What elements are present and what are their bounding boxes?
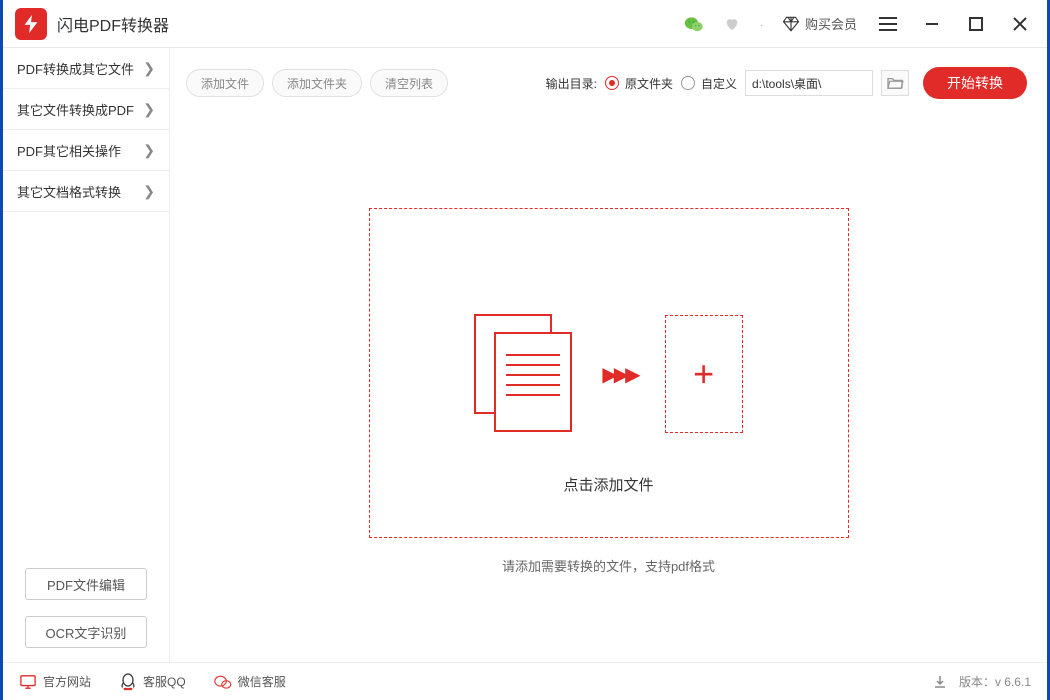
radio-label: 原文件夹 (625, 75, 673, 92)
sidebar-item-other-format[interactable]: 其它文档格式转换 ❯ (3, 171, 169, 212)
dropzone-text: 点击添加文件 (563, 474, 653, 495)
pdf-edit-button[interactable]: PDF文件编辑 (25, 568, 147, 600)
sidebar-item-pdf-to-other[interactable]: PDF转换成其它文件 ❯ (3, 48, 169, 89)
minimize-button[interactable] (919, 11, 945, 37)
dropzone[interactable]: ▶▶▶ + 点击添加文件 (369, 208, 849, 538)
footer-link-label: 客服QQ (143, 673, 186, 690)
titlebar-right: . 购买会员 (684, 11, 1047, 37)
diamond-icon (781, 14, 801, 34)
sidebar-item-pdf-ops[interactable]: PDF其它相关操作 ❯ (3, 130, 169, 171)
dropzone-graphic: ▶▶▶ + (474, 314, 742, 434)
toolbar: 添加文件 添加文件夹 清空列表 输出目录: 原文件夹 自定义 开始转换 (170, 48, 1047, 118)
wechat-support-link[interactable]: 微信客服 (214, 673, 286, 691)
start-convert-button[interactable]: 开始转换 (923, 67, 1027, 99)
ocr-button[interactable]: OCR文字识别 (25, 616, 147, 648)
footer: 官方网站 客服QQ 微信客服 版本：v 6.6.1 (3, 662, 1047, 700)
app-logo (15, 8, 47, 40)
sidebar-spacer (3, 212, 169, 560)
app-title: 闪电PDF转换器 (57, 12, 169, 36)
dropzone-wrap: ▶▶▶ + 点击添加文件 请添加需要转换的文件，支持pdf格式 (170, 118, 1047, 662)
chevron-right-icon: ❯ (143, 101, 155, 118)
close-button[interactable] (1007, 11, 1033, 37)
output-dir-label: 输出目录: (546, 75, 597, 92)
titlebar: 闪电PDF转换器 . 购买会员 (3, 0, 1047, 48)
add-file-button[interactable]: 添加文件 (186, 69, 264, 97)
sidebar-item-label: 其它文件转换成PDF (17, 100, 134, 119)
footer-right: 版本：v 6.6.1 (931, 673, 1031, 691)
chevron-right-icon: ❯ (143, 142, 155, 159)
footer-link-label: 微信客服 (238, 673, 286, 690)
wechat-outline-icon (214, 673, 232, 691)
arrows-icon: ▶▶▶ (602, 362, 636, 387)
download-icon[interactable] (931, 673, 949, 691)
heart-icon[interactable] (722, 14, 742, 34)
version-label: 版本：v 6.6.1 (959, 673, 1031, 690)
output-path-input[interactable] (745, 70, 873, 96)
main-area: PDF转换成其它文件 ❯ 其它文件转换成PDF ❯ PDF其它相关操作 ❯ 其它… (3, 48, 1047, 662)
radio-label: 自定义 (701, 75, 737, 92)
radio-source-folder[interactable]: 原文件夹 (605, 75, 673, 92)
buy-vip-label: 购买会员 (805, 14, 857, 33)
radio-custom-folder[interactable]: 自定义 (681, 75, 737, 92)
radio-icon (605, 76, 619, 90)
content-area: 添加文件 添加文件夹 清空列表 输出目录: 原文件夹 自定义 开始转换 (170, 48, 1047, 662)
sidebar-item-other-to-pdf[interactable]: 其它文件转换成PDF ❯ (3, 89, 169, 130)
qq-icon (119, 673, 137, 691)
sidebar-item-label: PDF转换成其它文件 (17, 59, 134, 78)
radio-icon (681, 76, 695, 90)
chevron-right-icon: ❯ (143, 183, 155, 200)
maximize-button[interactable] (963, 11, 989, 37)
plus-icon: + (693, 353, 714, 395)
add-target-icon: + (665, 315, 743, 433)
titlebar-dot: . (760, 18, 763, 29)
dropzone-hint: 请添加需要转换的文件，支持pdf格式 (502, 556, 715, 575)
official-site-link[interactable]: 官方网站 (19, 673, 91, 691)
document-stack-icon (474, 314, 574, 434)
monitor-icon (19, 673, 37, 691)
browse-folder-button[interactable] (881, 70, 909, 96)
wechat-icon[interactable] (684, 14, 704, 34)
qq-support-link[interactable]: 客服QQ (119, 673, 186, 691)
menu-button[interactable] (875, 11, 901, 37)
add-folder-button[interactable]: 添加文件夹 (272, 69, 362, 97)
sidebar: PDF转换成其它文件 ❯ 其它文件转换成PDF ❯ PDF其它相关操作 ❯ 其它… (3, 48, 170, 662)
footer-link-label: 官方网站 (43, 673, 91, 690)
sidebar-item-label: PDF其它相关操作 (17, 141, 121, 160)
chevron-right-icon: ❯ (143, 60, 155, 77)
clear-list-button[interactable]: 清空列表 (370, 69, 448, 97)
buy-vip-link[interactable]: 购买会员 (781, 14, 857, 34)
sidebar-item-label: 其它文档格式转换 (17, 182, 121, 201)
